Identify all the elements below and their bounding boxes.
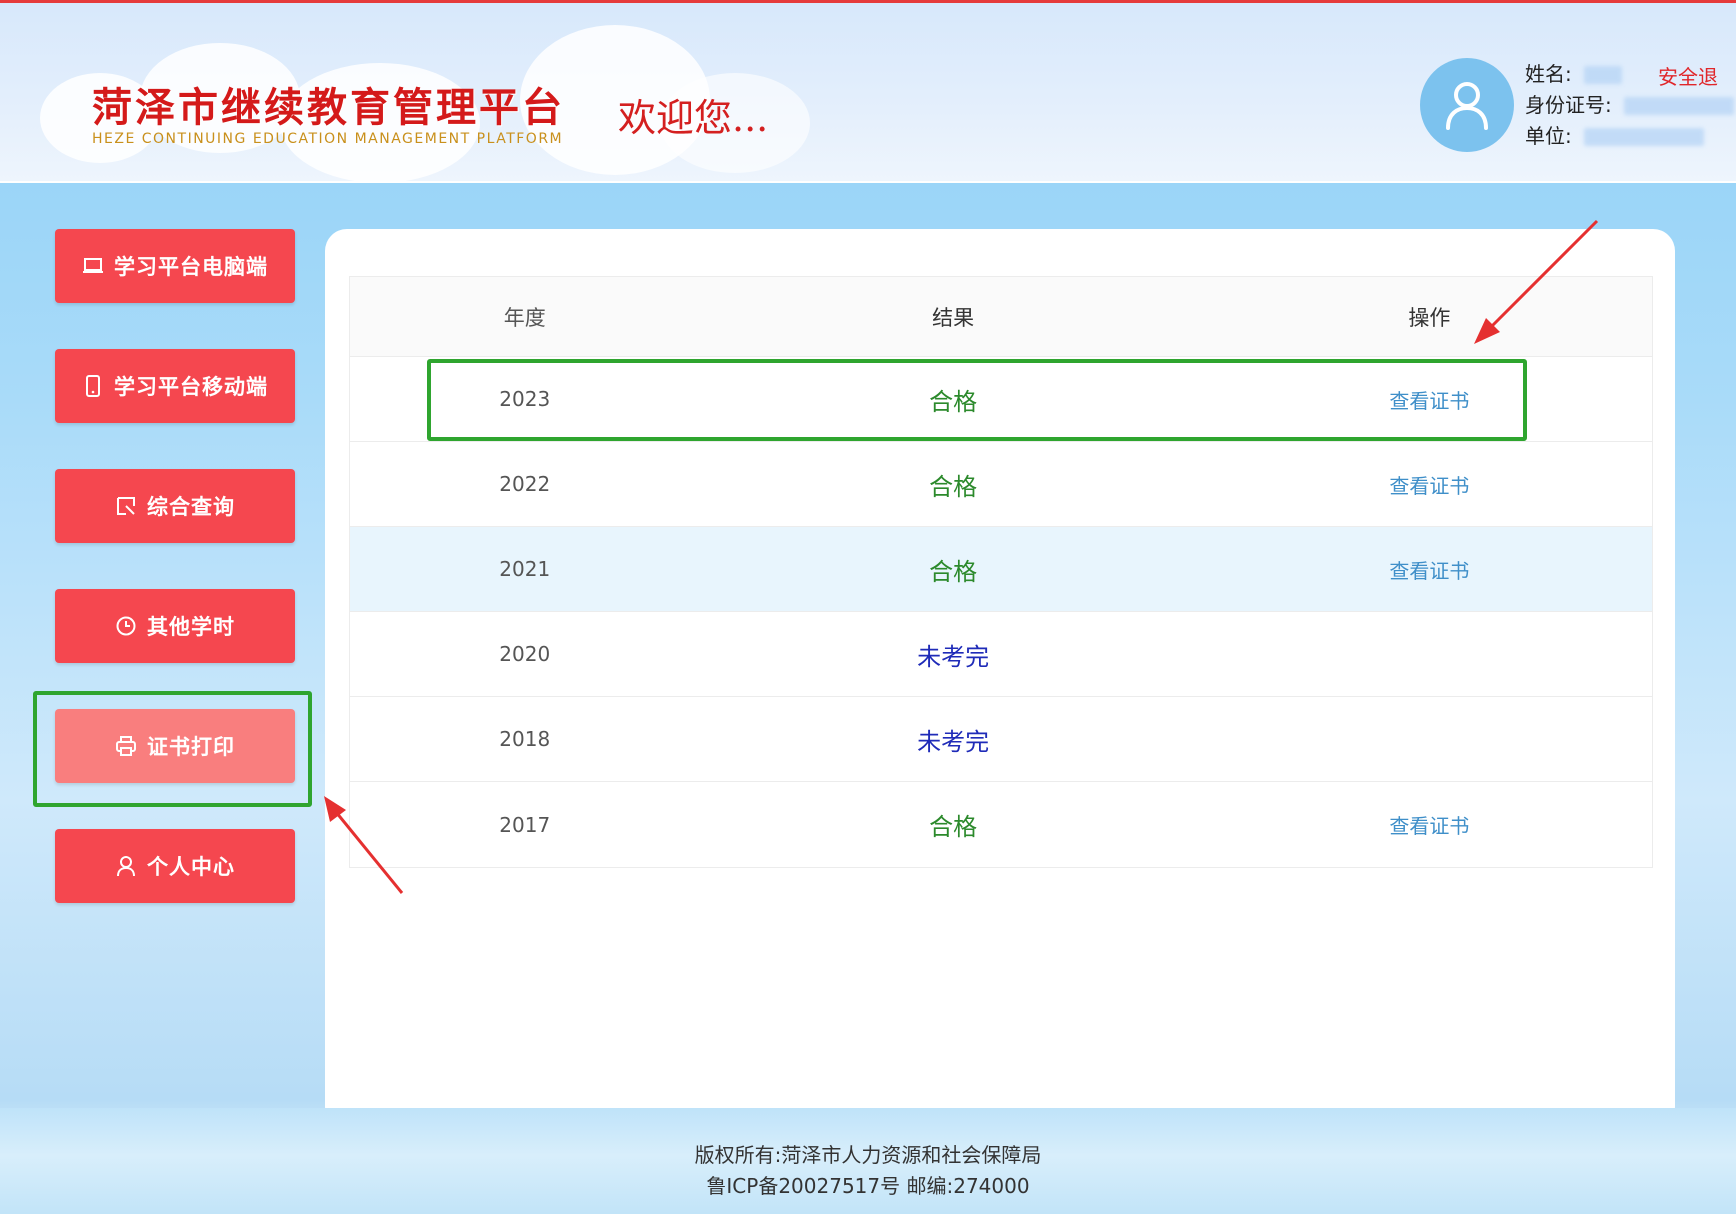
- table-row: 2018 未考完: [350, 697, 1652, 782]
- user-name-label: 姓名:: [1525, 62, 1572, 86]
- user-unit-redacted: [1583, 127, 1704, 146]
- query-icon: [115, 495, 137, 517]
- row-result: 合格: [929, 557, 978, 586]
- sidebar-item-pc-platform[interactable]: 学习平台电脑端: [55, 229, 295, 303]
- clock-icon: [115, 615, 137, 637]
- table-header: 年度 结果 操作: [350, 277, 1652, 357]
- header-result: 结果: [932, 305, 975, 330]
- sidebar-item-label: 学习平台移动端: [114, 375, 268, 399]
- row-result: 未考完: [917, 642, 990, 671]
- user-avatar-icon: [1446, 82, 1488, 130]
- user-icon: [115, 855, 137, 877]
- platform-title: 菏泽市继续教育管理平台: [92, 84, 565, 131]
- sidebar-item-query[interactable]: 综合查询: [55, 469, 295, 543]
- highlight-box-certificate-print: [33, 691, 312, 807]
- logout-link[interactable]: 安全退: [1658, 61, 1718, 90]
- row-result: 未考完: [917, 727, 990, 756]
- sidebar-item-label: 个人中心: [147, 855, 235, 879]
- highlight-box-row-2023: [427, 359, 1527, 441]
- view-certificate-link[interactable]: 查看证书: [1389, 814, 1469, 838]
- user-id-redacted: [1623, 96, 1734, 115]
- row-year: 2018: [499, 727, 551, 751]
- table-row: 2022 合格 查看证书: [350, 442, 1652, 527]
- user-name-redacted: [1583, 65, 1622, 84]
- mobile-icon: [82, 375, 104, 397]
- view-certificate-link[interactable]: 查看证书: [1389, 559, 1469, 583]
- table-row: 2017 合格 查看证书: [350, 782, 1652, 867]
- user-id-label: 身份证号:: [1525, 93, 1612, 117]
- sidebar-item-mobile-platform[interactable]: 学习平台移动端: [55, 349, 295, 423]
- sidebar-item-personal-center[interactable]: 个人中心: [55, 829, 295, 903]
- row-year: 2022: [499, 472, 551, 496]
- sidebar-item-label: 学习平台电脑端: [114, 255, 268, 279]
- footer-icp: 鲁ICP备20027517号 邮编:274000: [706, 1174, 1030, 1198]
- view-certificate-link[interactable]: 查看证书: [1389, 474, 1469, 498]
- row-year: 2017: [499, 812, 551, 837]
- row-result: 合格: [929, 472, 978, 501]
- sidebar-item-other-hours[interactable]: 其他学时: [55, 589, 295, 663]
- header-action: 操作: [1408, 305, 1451, 330]
- sidebar-item-label: 其他学时: [147, 615, 235, 639]
- laptop-icon: [82, 255, 104, 277]
- footer-copyright: 版权所有:菏泽市人力资源和社会保障局: [694, 1143, 1042, 1167]
- row-result: 合格: [929, 813, 978, 841]
- welcome-text: 欢迎您...: [618, 96, 769, 140]
- header-year: 年度: [503, 305, 546, 330]
- footer: 版权所有:菏泽市人力资源和社会保障局 鲁ICP备20027517号 邮编:274…: [0, 1108, 1736, 1214]
- row-year: 2021: [499, 557, 551, 581]
- row-year: 2020: [499, 642, 551, 666]
- header: 菏泽市继续教育管理平台 HEZE CONTINUING EDUCATION MA…: [0, 3, 1736, 183]
- sidebar-item-label: 综合查询: [147, 495, 235, 519]
- avatar[interactable]: [1420, 58, 1514, 152]
- table-row: 2021 合格 查看证书: [350, 527, 1652, 612]
- table-row: 2020 未考完: [350, 612, 1652, 697]
- platform-subtitle: HEZE CONTINUING EDUCATION MANAGEMENT PLA…: [92, 131, 564, 147]
- user-unit-label: 单位:: [1525, 124, 1572, 148]
